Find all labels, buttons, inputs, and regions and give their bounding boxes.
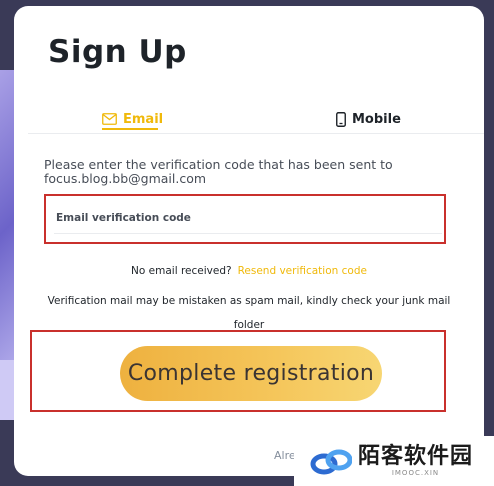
- watermark-logo-icon: [310, 449, 352, 475]
- resend-row: No email received? Resend verification co…: [14, 265, 484, 277]
- watermark-sub-text: IMOOC.XIN: [391, 469, 440, 477]
- no-email-text: No email received?: [131, 265, 232, 277]
- signup-modal: Sign Up Email Mobile Please enter the ve…: [14, 6, 484, 476]
- login-prompt: Alre: [274, 449, 296, 462]
- code-field-highlight: [44, 194, 446, 244]
- tab-email[interactable]: Email: [102, 102, 163, 136]
- resend-code-link[interactable]: Resend verification code: [238, 265, 367, 277]
- instruction-email: focus.blog.bb@gmail.com: [44, 171, 207, 186]
- email-verification-code-input[interactable]: [54, 203, 442, 234]
- verification-instruction: Please enter the verification code that …: [44, 158, 454, 186]
- tab-mobile-label: Mobile: [352, 111, 401, 127]
- tabs-divider: [28, 133, 484, 134]
- instruction-text: Please enter the verification code that …: [44, 157, 393, 172]
- tab-email-label: Email: [123, 111, 164, 127]
- submit-highlight: Complete registration: [30, 330, 446, 412]
- active-tab-indicator: [102, 128, 158, 130]
- watermark: 陌客软件园 IMOOC.XIN: [294, 436, 494, 486]
- signup-tabs: Email Mobile: [14, 102, 484, 136]
- phone-icon: [336, 111, 346, 127]
- complete-registration-button[interactable]: Complete registration: [120, 346, 382, 401]
- tab-mobile[interactable]: Mobile: [336, 102, 401, 136]
- watermark-main-text: 陌客软件园: [358, 444, 474, 469]
- mail-icon: [102, 113, 117, 125]
- page-title: Sign Up: [48, 34, 187, 70]
